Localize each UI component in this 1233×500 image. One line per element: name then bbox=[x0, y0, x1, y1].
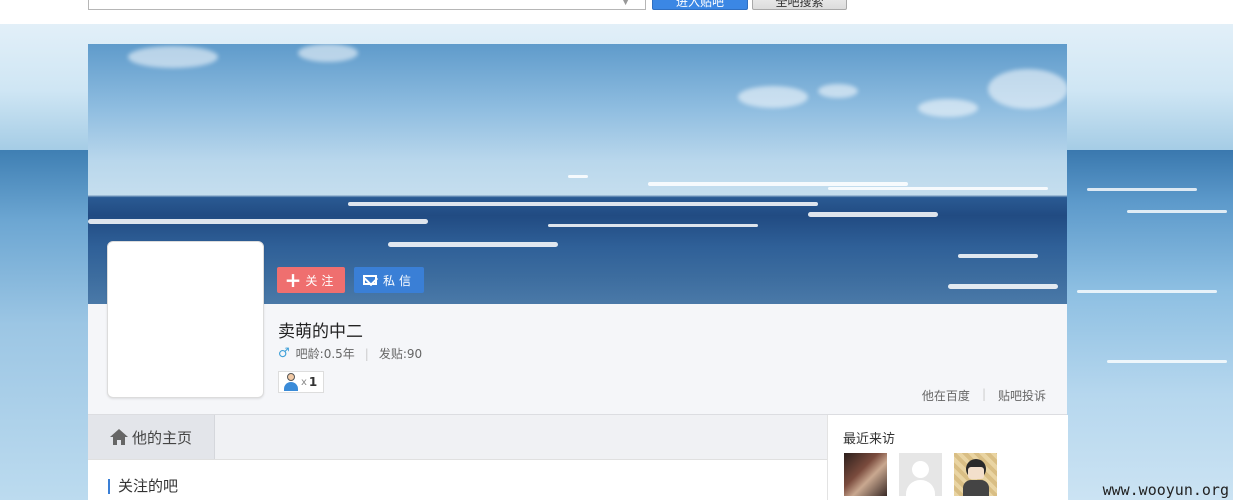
user-badge[interactable]: x 1 bbox=[278, 371, 324, 393]
username: 卖萌的中二 bbox=[278, 322, 363, 342]
followed-bars-title: 关注的吧 bbox=[108, 479, 178, 494]
search-dropdown-icon[interactable]: ▼ bbox=[622, 0, 629, 7]
meta-separator: | bbox=[364, 346, 369, 361]
enter-bar-button[interactable]: 进入贴吧 bbox=[652, 0, 748, 10]
main-content bbox=[88, 460, 827, 500]
bar-age: 吧龄:0.5年 bbox=[295, 347, 355, 361]
visitor-avatar[interactable] bbox=[844, 453, 887, 496]
home-icon bbox=[109, 429, 128, 445]
avatar[interactable] bbox=[107, 241, 264, 398]
baidu-profile-link[interactable]: 他在百度 bbox=[922, 387, 970, 404]
link-separator: | bbox=[981, 387, 986, 401]
watermark: www.wooyun.org bbox=[1102, 481, 1229, 499]
follow-label: 关注 bbox=[305, 273, 338, 288]
background-sea-left bbox=[0, 150, 88, 500]
tab-bar: 他的主页 bbox=[88, 415, 827, 460]
post-count: 发贴:90 bbox=[378, 347, 423, 361]
follow-button[interactable]: + 关注 bbox=[277, 267, 345, 293]
mail-icon bbox=[362, 275, 377, 285]
message-label: 私信 bbox=[382, 273, 415, 288]
report-link[interactable]: 贴吧投诉 bbox=[998, 387, 1046, 404]
tab-home[interactable]: 他的主页 bbox=[88, 415, 215, 459]
male-gender-icon: ♂ bbox=[278, 346, 290, 361]
tab-home-label: 他的主页 bbox=[131, 428, 192, 447]
visitor-avatar[interactable] bbox=[899, 453, 942, 496]
search-input[interactable]: ▼ bbox=[88, 0, 646, 10]
search-all-button[interactable]: 全吧搜索 bbox=[752, 0, 847, 10]
badge-count: 1 bbox=[308, 375, 318, 389]
person-icon bbox=[283, 373, 299, 391]
background-sea-right bbox=[1067, 150, 1233, 500]
top-bar: ▼ 进入贴吧 全吧搜索 bbox=[0, 0, 1233, 24]
profile-links: 他在百度 | 贴吧投诉 bbox=[922, 387, 1046, 404]
visitor-avatar[interactable] bbox=[954, 453, 997, 496]
user-meta: ♂ 吧龄:0.5年 | 发贴:90 bbox=[278, 345, 422, 362]
plus-icon: + bbox=[284, 268, 302, 292]
badge-multiplier: x bbox=[301, 376, 307, 388]
message-button[interactable]: 私信 bbox=[354, 267, 424, 293]
recent-visitors-title: 最近来访 bbox=[843, 432, 896, 447]
